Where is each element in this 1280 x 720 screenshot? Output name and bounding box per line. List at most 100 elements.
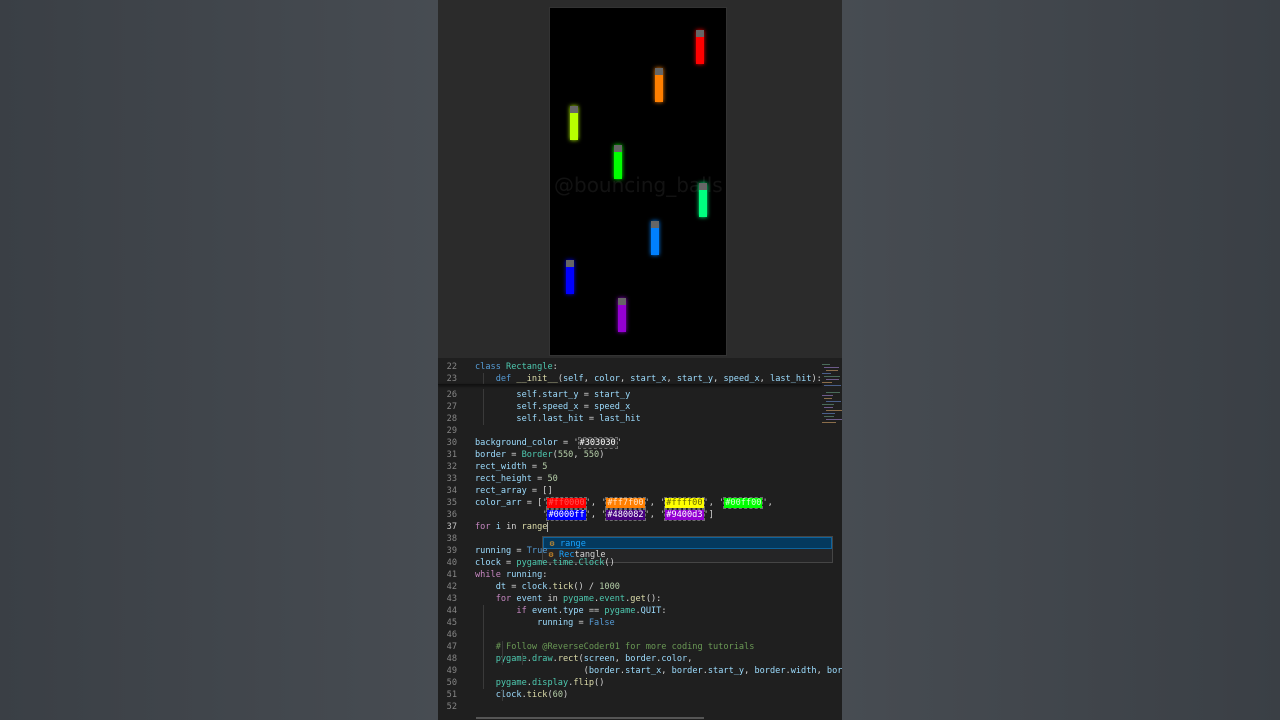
code-line[interactable]: 41 while running: <box>438 569 822 581</box>
code-token: clock <box>495 690 522 700</box>
code-line[interactable]: 46 <box>438 629 822 641</box>
line-number: 45 <box>446 618 457 628</box>
mint-bar <box>699 183 707 217</box>
code-token: ' <box>475 510 548 520</box>
code-token: , <box>614 654 626 664</box>
code-line[interactable]: 27 self.speed_x = speed_x <box>438 401 822 413</box>
code-line[interactable]: 52 <box>438 701 822 713</box>
minimap-line <box>822 422 836 423</box>
code-line[interactable]: 36 '#0000ff', '#480082', '#9400d3'] <box>438 509 822 521</box>
line-number: 43 <box>446 594 457 604</box>
code-token: ', <box>762 498 773 508</box>
code-token: = <box>573 618 589 628</box>
code-token: range <box>521 522 548 532</box>
code-line[interactable]: 51 clock.tick(60) <box>438 689 822 701</box>
horizontal-scrollbar[interactable] <box>476 717 704 719</box>
code-token: event <box>599 594 626 604</box>
minimap-line <box>826 392 840 393</box>
code-token: ) <box>599 450 605 460</box>
code-token: 60 <box>552 690 564 700</box>
line-number: 33 <box>446 474 457 484</box>
line-number: 35 <box>446 498 457 508</box>
code-token: def <box>495 374 517 384</box>
code-text: self.start_y = start_y <box>475 389 630 401</box>
code-token: width <box>790 666 817 676</box>
code-line[interactable]: 22 class Rectangle: <box>438 361 822 373</box>
minimap-line <box>826 419 842 420</box>
code-token: color <box>594 374 620 384</box>
code-token: pygame <box>604 606 636 616</box>
code-text: if event.type == pygame.QUIT: <box>475 605 667 617</box>
minimap-line <box>824 376 840 377</box>
bar-cap <box>566 260 574 267</box>
code-token: self <box>516 414 538 424</box>
code-text: for i in range <box>475 521 549 533</box>
code-line[interactable]: 47 # Follow @ReverseCoder01 for more cod… <box>438 641 822 653</box>
code-token: () <box>604 558 615 568</box>
code-line[interactable]: 38 <box>438 533 822 545</box>
code-token: border <box>588 666 620 676</box>
code-token: class <box>475 362 507 372</box>
color-swatch-token: #ffff00 <box>664 497 705 509</box>
code-token: speed_x <box>723 374 760 384</box>
code-token: = <box>511 546 527 556</box>
line-number: 52 <box>446 702 457 712</box>
code-line[interactable]: 49 (border.start_x, border.start_y, bord… <box>438 665 842 677</box>
dark-blue-bar <box>566 260 574 294</box>
code-token: while <box>475 570 507 580</box>
code-text: while running: <box>475 569 547 581</box>
code-token: () <box>594 678 605 688</box>
code-line[interactable]: 28 self.last_hit = last_hit <box>438 413 822 425</box>
code-token: in <box>542 594 563 604</box>
code-line[interactable]: 42 dt = clock.tick() / 1000 <box>438 581 822 593</box>
code-text: '#0000ff', '#480082', '#9400d3'] <box>475 509 714 521</box>
code-line[interactable]: 29 <box>438 425 822 437</box>
bar-cap <box>699 183 707 190</box>
minimap-line <box>824 407 833 408</box>
code-line[interactable]: 39 running = True <box>438 545 822 557</box>
code-token: = [' <box>521 498 548 508</box>
line-number: 47 <box>446 642 457 652</box>
code-token: 550 <box>557 450 574 460</box>
code-token: speed_x <box>542 402 579 412</box>
code-line[interactable]: 43 for event in pygame.event.get(): <box>438 593 822 605</box>
code-token: = [] <box>526 486 553 496</box>
code-line[interactable]: 26 self.start_y = start_y <box>438 389 822 401</box>
code-line[interactable]: 40 clock = pygame.time.Clock() <box>438 557 822 569</box>
code-token: ', ' <box>644 498 666 508</box>
code-line[interactable]: 44 if event.type == pygame.QUIT: <box>438 605 822 617</box>
bar-cap <box>655 68 663 75</box>
code-line[interactable]: 50 pygame.display.flip() <box>438 677 822 689</box>
yellow-green-bar <box>570 106 578 140</box>
code-line[interactable]: 45 running = False <box>438 617 822 629</box>
code-line[interactable]: 30 background_color = '#303030' <box>438 437 822 449</box>
code-token: 5 <box>542 462 548 472</box>
code-line[interactable]: 35 color_arr = ['#ff0000', '#ff7f00', '#f… <box>438 497 822 509</box>
minimap-line <box>822 364 830 365</box>
code-editor[interactable]: ⚙ range ⚙ Rectangle 22 class Rectangle: 23 de… <box>438 358 842 720</box>
code-line[interactable]: 33 rect_height = 50 <box>438 473 822 485</box>
code-token: , <box>759 374 771 384</box>
watermark: @bouncing_balls <box>554 173 723 197</box>
sticky-scroll-separator <box>438 384 822 385</box>
code-line[interactable]: 31 border = Border(550, 550) <box>438 449 822 461</box>
code-line[interactable]: 37 for i in range <box>438 521 822 533</box>
code-token: , <box>661 666 672 676</box>
code-token: : <box>661 606 667 616</box>
code-token: = <box>506 582 522 592</box>
code-token: QUIT <box>640 606 662 616</box>
code-line[interactable]: 34 rect_array = [] <box>438 485 822 497</box>
code-token: ( <box>475 666 589 676</box>
code-token: start_y <box>707 666 745 676</box>
code-line[interactable]: 32 rect_width = 5 <box>438 461 822 473</box>
green-bar <box>614 145 622 179</box>
minimap[interactable] <box>822 362 842 432</box>
code-line[interactable]: 48 pygame.draw.rect(screen, border.color… <box>438 653 822 665</box>
code-text: rect_height = 50 <box>475 473 558 485</box>
code-token: if <box>516 606 532 616</box>
